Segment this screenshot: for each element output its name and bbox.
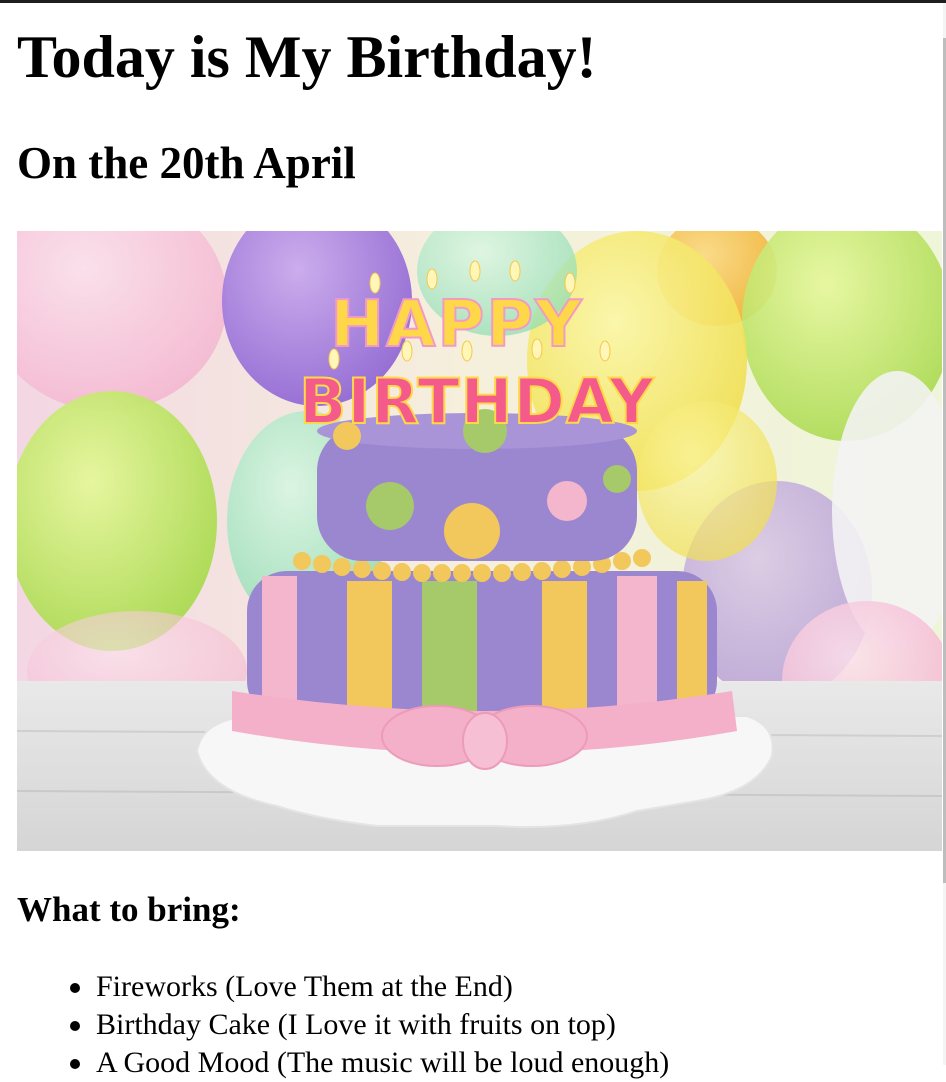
page-title: Today is My Birthday! [17,24,597,90]
bullet-icon [70,1021,80,1031]
cake-topper-happy: HAPPY [330,288,583,362]
list-item-text: Fireworks (Love Them at the End) [96,970,513,1003]
bring-heading: What to bring: [17,890,241,929]
birthday-cake-image: HAPPY BIRTHDAY [17,231,942,851]
bullet-icon [70,983,80,993]
window-top-border [0,0,946,3]
list-item: Fireworks (Love Them at the End) [17,968,917,1006]
date-heading: On the 20th April [17,138,356,188]
list-item-text: A Good Mood (The music will be loud enou… [96,1046,670,1079]
bullet-icon [70,1059,80,1069]
list-item: A Good Mood (The music will be loud enou… [17,1044,917,1082]
cake-topper-birthday: BIRTHDAY [299,365,655,438]
list-item: Birthday Cake (I Love it with fruits on … [17,1006,917,1044]
list-item-text: Birthday Cake (I Love it with fruits on … [96,1008,616,1041]
